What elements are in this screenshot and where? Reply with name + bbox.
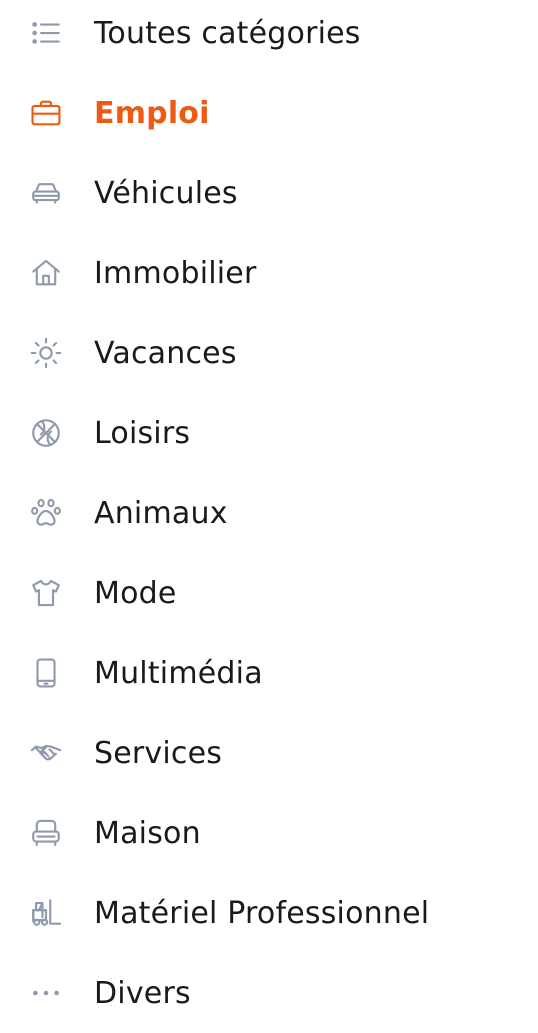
tshirt-icon xyxy=(28,575,64,611)
briefcase-icon xyxy=(28,95,64,131)
sun-icon xyxy=(28,335,64,371)
category-label: Multimédia xyxy=(94,655,263,691)
category-item-vacances[interactable]: Vacances xyxy=(0,313,538,393)
car-icon xyxy=(28,175,64,211)
category-item-vehicules[interactable]: Véhicules xyxy=(0,153,538,233)
ball-icon xyxy=(28,415,64,451)
category-item-maison[interactable]: Maison xyxy=(0,793,538,873)
category-label: Loisirs xyxy=(94,415,191,451)
category-label: Services xyxy=(94,735,223,771)
category-label: Véhicules xyxy=(94,175,238,211)
category-item-animaux[interactable]: Animaux xyxy=(0,473,538,553)
paw-icon xyxy=(28,495,64,531)
armchair-icon xyxy=(28,815,64,851)
category-menu: Toutes catégories Emploi Véhicules Immob… xyxy=(0,0,538,1018)
category-item-divers[interactable]: Divers xyxy=(0,953,538,1033)
category-label: Immobilier xyxy=(94,255,257,291)
category-label: Matériel Professionnel xyxy=(94,895,430,931)
category-item-services[interactable]: Services xyxy=(0,713,538,793)
forklift-icon xyxy=(28,895,64,931)
more-dots-icon xyxy=(28,975,64,1011)
category-item-materiel-professionnel[interactable]: Matériel Professionnel xyxy=(0,873,538,953)
house-icon xyxy=(28,255,64,291)
category-item-multimedia[interactable]: Multimédia xyxy=(0,633,538,713)
list-icon xyxy=(28,15,64,51)
category-item-loisirs[interactable]: Loisirs xyxy=(0,393,538,473)
category-label: Toutes catégories xyxy=(94,15,361,51)
category-label: Maison xyxy=(94,815,201,851)
category-label: Divers xyxy=(94,975,191,1011)
category-label: Emploi xyxy=(94,95,210,131)
category-item-emploi[interactable]: Emploi xyxy=(0,73,538,153)
category-label: Vacances xyxy=(94,335,237,371)
category-label: Mode xyxy=(94,575,177,611)
category-item-toutes-categories[interactable]: Toutes catégories xyxy=(0,0,538,73)
handshake-icon xyxy=(28,735,64,771)
category-item-mode[interactable]: Mode xyxy=(0,553,538,633)
smartphone-icon xyxy=(28,655,64,691)
category-item-immobilier[interactable]: Immobilier xyxy=(0,233,538,313)
category-label: Animaux xyxy=(94,495,228,531)
